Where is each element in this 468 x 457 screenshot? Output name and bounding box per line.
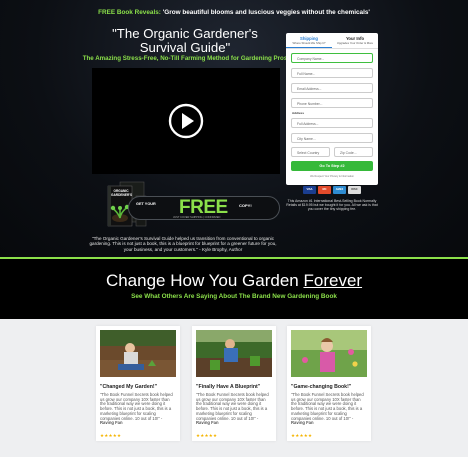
discover-icon: DISC xyxy=(348,186,361,194)
testimonial-author: Raving Fan xyxy=(291,420,314,426)
section-title-underlined: Forever xyxy=(303,271,363,290)
page-title: "The Organic Gardener's Survival Guide" xyxy=(112,26,258,55)
order-form: Shipping Where Should We Ship It? Your I… xyxy=(286,33,378,185)
testimonial-title: "Finally Have A Blueprint" xyxy=(196,384,261,390)
book-cover-title: ORGANIC GARDENER'S xyxy=(111,189,133,197)
testimonial-title: "Changed My Garden!" xyxy=(100,384,158,390)
gardener-photo xyxy=(196,330,272,377)
top-announcement: FREE Book Reveals: 'Grow beautiful bloom… xyxy=(0,9,468,16)
tab-info-sublabel: Upgrades Your Order & More xyxy=(336,41,374,45)
play-icon[interactable] xyxy=(168,103,204,139)
country-select[interactable]: Select Country xyxy=(291,147,330,157)
zip-input[interactable]: Zip Code... xyxy=(334,147,373,157)
testimonial-body: "The Book Funnel Secrets book helped us … xyxy=(196,392,272,426)
tab-your-info[interactable]: Your Info Upgrades Your Order & More xyxy=(332,33,378,48)
testimonial-text: "The Book Funnel Secrets book helped us … xyxy=(196,392,269,421)
author-quote: "The Organic Gardener's Survival Guide h… xyxy=(89,236,277,252)
testimonial-author: Raving Fan xyxy=(196,420,219,426)
section-title: Change How You Garden Forever xyxy=(0,271,468,291)
testimonials-area: "Changed My Garden!" "The Book Funnel Se… xyxy=(0,319,468,457)
mastercard-icon: MC xyxy=(318,186,331,194)
page-subtitle: The Amazing Stress-Free, No-Till Farming… xyxy=(82,55,288,62)
city-input[interactable]: City Name... xyxy=(291,133,373,143)
star-rating: ★★★★★ xyxy=(100,433,122,438)
testimonial-text: "The Book Funnel Secrets book helped us … xyxy=(100,392,173,421)
testimonial-card: "Changed My Garden!" "The Book Funnel Se… xyxy=(96,326,180,441)
gardener-photo xyxy=(100,330,176,377)
testimonial-title: "Game-changing Book!" xyxy=(291,384,352,390)
free-copy-banner[interactable]: GET YOUR FREE COPY! JUST COVER SHIPPING … xyxy=(128,196,280,220)
payment-cards: VISA MC AMEX DISC xyxy=(303,186,363,196)
address-input[interactable]: Full Address... xyxy=(291,118,373,128)
banner-copy: COPY! xyxy=(239,203,252,208)
go-to-step-2-button[interactable]: Go To Step #2 xyxy=(291,161,373,171)
section-title-main: Change How You Garden xyxy=(105,271,304,290)
phone-input[interactable]: Phone Number... xyxy=(291,98,373,108)
amex-icon: AMEX xyxy=(333,186,346,194)
testimonials-header: Change How You Garden Forever See What O… xyxy=(0,259,468,319)
testimonial-body: "The Book Funnel Secrets book helped us … xyxy=(291,392,367,426)
form-tabs: Shipping Where Should We Ship It? Your I… xyxy=(286,33,378,49)
visa-icon: VISA xyxy=(303,186,316,194)
email-input[interactable]: Email Address... xyxy=(291,83,373,93)
star-rating: ★★★★★ xyxy=(196,433,218,438)
tab-shipping-sublabel: Where Should We Ship It? xyxy=(292,41,326,45)
full-name-input[interactable]: Full Name... xyxy=(291,68,373,78)
tab-shipping[interactable]: Shipping Where Should We Ship It? xyxy=(286,33,332,48)
address-label: Address xyxy=(292,111,305,115)
testimonial-text: "The Book Funnel Secrets book helped us … xyxy=(291,392,364,421)
country-zip-row: Select Country Zip Code... xyxy=(291,147,373,157)
testimonial-card: "Game-changing Book!" "The Book Funnel S… xyxy=(287,326,371,441)
hero-section: FREE Book Reveals: 'Grow beautiful bloom… xyxy=(0,0,468,258)
banner-get-your: GET YOUR xyxy=(136,202,156,206)
price-note: This Amazon #1 International Best-Sellin… xyxy=(286,199,378,212)
privacy-note: We Respect Your Privacy & Information xyxy=(310,175,354,178)
company-name-input[interactable]: Company Name... xyxy=(291,53,373,63)
testimonial-body: "The Book Funnel Secrets book helped us … xyxy=(100,392,176,426)
testimonial-card: "Finally Have A Blueprint" "The Book Fun… xyxy=(192,326,276,441)
star-rating: ★★★★★ xyxy=(291,433,313,438)
testimonial-author: Raving Fan xyxy=(100,420,123,426)
gardener-photo xyxy=(291,330,367,377)
announcement-text: 'Grow beautiful blooms and luscious vegg… xyxy=(160,9,370,16)
video-player[interactable] xyxy=(92,68,280,174)
banner-fine-print: JUST COVER SHIPPING | CONFIRMED xyxy=(173,216,221,219)
section-subtitle: See What Others Are Saying About The Bra… xyxy=(131,293,337,300)
announcement-highlight: FREE Book Reveals: xyxy=(98,9,161,16)
